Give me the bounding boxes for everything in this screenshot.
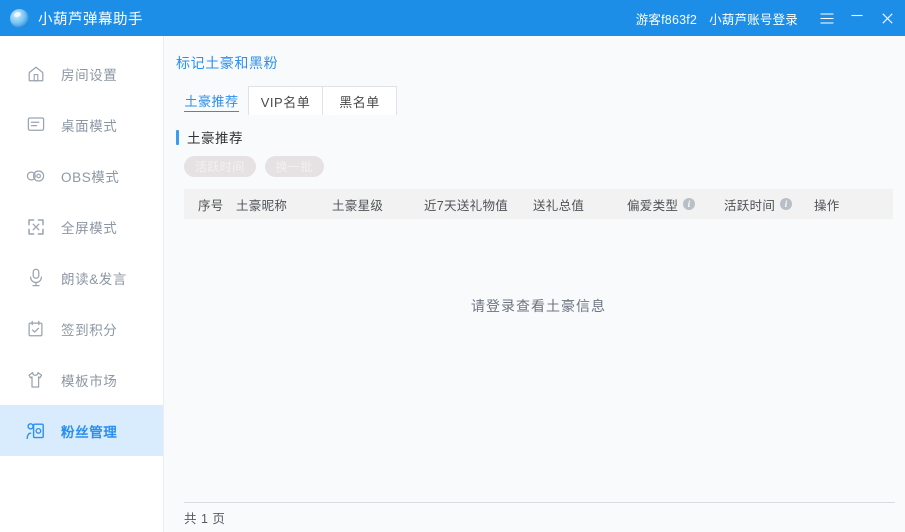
sidebar-item-desktop-mode[interactable]: 桌面模式 [0, 99, 163, 150]
home-icon [26, 64, 45, 83]
column-header-preference-type: 偏爱类型 i [617, 195, 717, 214]
account-login-button[interactable]: 小葫芦账号登录 [709, 9, 798, 28]
column-header-label: 近7天送礼物值 [424, 195, 508, 214]
section-title: 土豪推荐 [187, 127, 243, 147]
gourd-logo-icon [10, 9, 29, 28]
tab-blacklist[interactable]: 黑名单 [322, 86, 397, 115]
filter-button-row: 活跃时间 换一批 [184, 156, 905, 177]
column-header-label: 土豪星级 [332, 195, 383, 214]
info-circle-icon[interactable]: i [780, 198, 792, 210]
column-header-label: 序号 [198, 195, 224, 214]
window-body: 房间设置 桌面模式 [0, 36, 905, 532]
title-bar: 小葫芦弹幕助手 游客f863f2 小葫芦账号登录 [0, 0, 905, 36]
section-accent-bar [176, 130, 179, 145]
app-title: 小葫芦弹幕助手 [38, 8, 143, 29]
page-count-label: 共 1 页 [184, 508, 225, 527]
column-header-label: 送礼总值 [533, 195, 584, 214]
sidebar-item-room-settings[interactable]: 房间设置 [0, 48, 163, 99]
sidebar-item-label: 模板市场 [61, 370, 117, 390]
tuhao-table: 序号 土豪昵称 土豪星级 近7天送礼物值 送礼总值 偏爱类型 [184, 189, 893, 502]
hamburger-menu-icon[interactable] [812, 0, 842, 36]
tab-label: 土豪推荐 [184, 91, 238, 112]
sidebar-item-label: 全屏模式 [61, 217, 117, 237]
sidebar-item-checkin-points[interactable]: 签到积分 [0, 303, 163, 354]
guest-name-label: 游客f863f2 [636, 9, 697, 28]
tab-vip-list[interactable]: VIP名单 [248, 86, 323, 115]
tab-tuhao-recommend[interactable]: 土豪推荐 [174, 86, 249, 115]
table-footer: 共 1 页 [184, 502, 895, 532]
sidebar-item-obs-mode[interactable]: OBS模式 [0, 150, 163, 201]
sidebar-item-fullscreen-mode[interactable]: 全屏模式 [0, 201, 163, 252]
column-header-actions: 操作 [802, 195, 862, 214]
microphone-icon [26, 268, 45, 287]
info-circle-icon[interactable]: i [683, 198, 695, 210]
sidebar-item-read-speak[interactable]: 朗读&发言 [0, 252, 163, 303]
fullscreen-icon [26, 217, 45, 236]
column-header-label: 土豪昵称 [236, 195, 287, 214]
sidebar-item-label: 朗读&发言 [61, 268, 127, 288]
column-header-label: 操作 [814, 195, 840, 214]
obs-icon [26, 166, 45, 185]
sidebar-item-label: 粉丝管理 [61, 421, 117, 441]
column-header-gift-total: 送礼总值 [524, 195, 617, 214]
sidebar-item-label: OBS模式 [61, 166, 120, 186]
column-header-nickname: 土豪昵称 [236, 195, 329, 214]
page-title: 标记土豪和黑粉 [164, 36, 905, 73]
column-header-gift-7days: 近7天送礼物值 [419, 195, 524, 214]
section-header: 土豪推荐 [176, 128, 905, 146]
column-header-index: 序号 [184, 195, 236, 214]
sidebar-item-label: 桌面模式 [61, 115, 117, 135]
tab-label: VIP名单 [261, 92, 310, 111]
app-window: 小葫芦弹幕助手 游客f863f2 小葫芦账号登录 [0, 0, 905, 532]
close-icon[interactable] [872, 0, 902, 36]
table-header-row: 序号 土豪昵称 土豪星级 近7天送礼物值 送礼总值 偏爱类型 [184, 189, 893, 219]
sidebar-item-template-market[interactable]: 模板市场 [0, 354, 163, 405]
sidebar-item-label: 房间设置 [61, 64, 117, 84]
titlebar-right-group: 游客f863f2 小葫芦账号登录 [636, 0, 905, 36]
window-icon [26, 115, 45, 134]
column-header-star-level: 土豪星级 [329, 195, 419, 214]
refresh-batch-button[interactable]: 换一批 [265, 156, 324, 177]
fans-icon [26, 421, 45, 440]
sidebar-item-fans-management[interactable]: 粉丝管理 [0, 405, 163, 456]
empty-state-message: 请登录查看土豪信息 [471, 296, 606, 316]
shirt-icon [26, 370, 45, 389]
tab-bar: 土豪推荐 VIP名单 黑名单 [174, 85, 905, 115]
column-header-label: 偏爱类型 [627, 195, 678, 214]
tab-label: 黑名单 [339, 92, 380, 111]
column-header-label: 活跃时间 [724, 195, 775, 214]
sidebar-item-label: 签到积分 [61, 319, 117, 339]
calendar-check-icon [26, 319, 45, 338]
sidebar: 房间设置 桌面模式 [0, 36, 164, 532]
table-empty-state: 请登录查看土豪信息 [184, 219, 893, 502]
minimize-icon[interactable] [842, 0, 872, 39]
column-header-active-time: 活跃时间 i [717, 195, 802, 214]
active-time-button[interactable]: 活跃时间 [184, 156, 256, 177]
main-content: 标记土豪和黑粉 土豪推荐 VIP名单 黑名单 土豪推荐 活跃时间 换一批 [164, 36, 905, 532]
